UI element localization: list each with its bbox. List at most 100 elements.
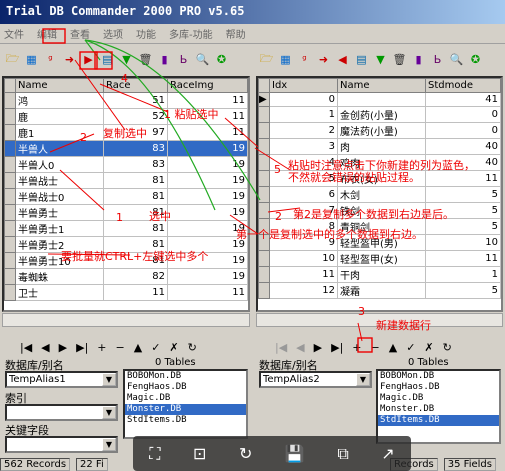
- column-header[interactable]: Idx: [269, 78, 338, 93]
- table-row[interactable]: 半兽战士0 81 19: [4, 188, 248, 205]
- table-cell[interactable]: 19: [167, 156, 248, 173]
- table-cell[interactable]: 半兽勇士1: [15, 220, 104, 237]
- table-cell[interactable]: 81: [103, 188, 168, 205]
- row-indicator[interactable]: [4, 92, 16, 109]
- table-row[interactable]: 卫士 11 11: [4, 284, 248, 301]
- delete-icon[interactable]: 🗑: [391, 51, 408, 68]
- table-list-item[interactable]: FengHaos.DB: [125, 382, 246, 393]
- filter-icon[interactable]: ▼: [372, 51, 389, 68]
- table-list-item[interactable]: FengHaos.DB: [378, 382, 499, 393]
- table-list-item[interactable]: StdItems.DB: [378, 415, 499, 426]
- chevron-down-icon[interactable]: ▼: [102, 373, 116, 386]
- menu-view[interactable]: 查看: [70, 26, 90, 41]
- table-cell[interactable]: 51: [103, 92, 168, 109]
- row-indicator[interactable]: ▶: [258, 92, 270, 107]
- menu-multidb[interactable]: 多库-功能: [169, 26, 213, 41]
- last-record-icon[interactable]: ▶|: [76, 341, 88, 354]
- row-indicator[interactable]: [4, 172, 16, 189]
- run-icon[interactable]: ✪: [213, 51, 230, 68]
- fit-icon[interactable]: ⊡: [193, 444, 206, 463]
- row-indicator[interactable]: [258, 170, 270, 187]
- cancel-record-icon[interactable]: ✗: [424, 341, 433, 354]
- row-indicator[interactable]: [4, 252, 16, 269]
- copy-icon[interactable]: ▶: [80, 51, 97, 68]
- table-cell[interactable]: 1: [425, 266, 501, 283]
- delete-record-icon[interactable]: −: [371, 341, 380, 354]
- table-cell[interactable]: 3: [269, 138, 338, 155]
- chart-icon[interactable]: ▮: [156, 51, 173, 68]
- column-header[interactable]: Name: [15, 78, 104, 93]
- edit-icon[interactable]: Ь: [429, 51, 446, 68]
- table-cell[interactable]: 83: [103, 140, 168, 157]
- table-row[interactable]: 毒蜘蛛 82 19: [4, 268, 248, 285]
- table-row[interactable]: 半兽勇士 81 19: [4, 204, 248, 221]
- row-indicator[interactable]: [258, 282, 270, 299]
- table-cell[interactable]: 轻型盔甲(女): [337, 250, 426, 267]
- table-cell[interactable]: 半兽战士0: [15, 188, 104, 205]
- table-cell[interactable]: 0: [425, 122, 501, 139]
- refresh-icon[interactable]: ↻: [188, 341, 197, 354]
- arrow-left-icon[interactable]: ➜: [315, 51, 332, 68]
- table-cell[interactable]: 5: [425, 186, 501, 203]
- first-record-icon[interactable]: |◀: [275, 341, 287, 354]
- row-indicator[interactable]: [258, 122, 270, 139]
- table-cell[interactable]: 半兽人: [15, 140, 104, 157]
- row-indicator[interactable]: [258, 186, 270, 203]
- table-cell[interactable]: 19: [167, 204, 248, 221]
- table-row[interactable]: 6 木剑 5: [258, 186, 501, 203]
- edit-record-icon[interactable]: ▲: [134, 341, 142, 354]
- row-indicator[interactable]: [4, 188, 16, 205]
- rotate-icon[interactable]: ↻: [239, 444, 252, 463]
- table-cell[interactable]: 6: [269, 186, 338, 203]
- right-db-alias-select[interactable]: TempAlias2 ▼: [259, 371, 372, 388]
- column-header[interactable]: Stdmode: [425, 78, 501, 93]
- table-cell[interactable]: 0: [425, 106, 501, 123]
- table-cell[interactable]: 鸿: [15, 92, 104, 109]
- share-icon[interactable]: ↗: [381, 444, 394, 463]
- menu-help[interactable]: 帮助: [226, 26, 246, 41]
- table-cell[interactable]: 11: [167, 124, 248, 141]
- table-cell[interactable]: [337, 92, 426, 107]
- sql-icon[interactable]: ᵍ: [296, 51, 313, 68]
- prior-record-icon[interactable]: ◀: [41, 341, 49, 354]
- menu-edit[interactable]: 编辑: [37, 26, 57, 41]
- left-index-select[interactable]: ▼: [5, 404, 118, 421]
- table-cell[interactable]: 19: [167, 172, 248, 189]
- table-cell[interactable]: 83: [103, 156, 168, 173]
- insert-record-icon[interactable]: +: [97, 341, 106, 354]
- table-cell[interactable]: 1: [269, 106, 338, 123]
- table-cell[interactable]: 40: [425, 138, 501, 155]
- open-folder-icon[interactable]: 🗁: [4, 51, 21, 68]
- left-table-list[interactable]: BOBOMon.DB FengHaos.DB Magic.DB Monster.DB S…: [123, 369, 248, 439]
- open-folder-icon[interactable]: 🗁: [258, 51, 275, 68]
- filter-icon[interactable]: ▼: [118, 51, 135, 68]
- table-cell[interactable]: 41: [425, 92, 501, 107]
- last-record-icon[interactable]: ▶|: [331, 341, 343, 354]
- table-cell[interactable]: 82: [103, 268, 168, 285]
- row-indicator[interactable]: [4, 156, 16, 173]
- grid-icon[interactable]: ▦: [23, 51, 40, 68]
- table-row[interactable]: 12 凝霜 5: [258, 282, 501, 299]
- row-indicator[interactable]: [258, 106, 270, 123]
- table-list-item[interactable]: Monster.DB: [378, 404, 499, 415]
- table-row[interactable]: 半兽人0 83 19: [4, 156, 248, 173]
- row-indicator[interactable]: [4, 284, 16, 301]
- row-indicator[interactable]: [4, 204, 16, 221]
- next-record-icon[interactable]: ▶: [314, 341, 322, 354]
- table-list-item[interactable]: BOBOMon.DB: [125, 371, 246, 382]
- table-cell[interactable]: 19: [167, 188, 248, 205]
- table-cell[interactable]: 19: [167, 268, 248, 285]
- table-cell[interactable]: 凝霜: [337, 282, 426, 299]
- table-cell[interactable]: 0: [269, 92, 338, 107]
- row-indicator[interactable]: [4, 108, 16, 125]
- table-cell[interactable]: 12: [269, 282, 338, 299]
- table-cell[interactable]: 卫士: [15, 284, 104, 301]
- table-cell[interactable]: 鹿: [15, 108, 104, 125]
- row-indicator[interactable]: [4, 124, 16, 141]
- table-row[interactable]: 半兽勇士1 81 19: [4, 220, 248, 237]
- table-list-item[interactable]: BOBOMon.DB: [378, 371, 499, 382]
- table-row[interactable]: ▶ 0 41: [258, 92, 501, 107]
- left-key-field-select[interactable]: ▼: [5, 436, 118, 453]
- row-indicator[interactable]: [258, 138, 270, 155]
- run-icon[interactable]: ✪: [467, 51, 484, 68]
